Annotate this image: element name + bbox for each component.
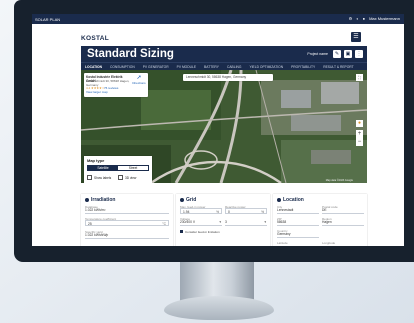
satellite-option[interactable]: Satellite [88, 166, 118, 170]
grid-panel: Grid Max. feed-in power 1.94 % Reactive … [176, 194, 270, 246]
reactive-value: 0 [228, 210, 230, 214]
map-search-input[interactable]: Lenneschmidt 30, 58638 Hagen, Germany [183, 74, 273, 81]
tab-5[interactable]: CABLING [227, 65, 241, 69]
directions-button[interactable]: ➚ Directions [132, 75, 146, 85]
3d-view-checkbox[interactable]: 3D view [118, 175, 136, 180]
irradiation-panel: Irradiation Database 1.022 kWh/m² Temper… [81, 194, 173, 246]
location-icon [277, 198, 281, 202]
logo: KOSTAL [81, 35, 110, 42]
tab-3[interactable]: PV MODULE [177, 65, 196, 69]
menu-icon[interactable]: ☰ [351, 32, 361, 42]
location-title: Location [283, 197, 304, 203]
feed-in-limit-checkbox[interactable] [180, 230, 183, 233]
more-icon[interactable]: ⋮ [355, 50, 363, 58]
topbar-label: SOLAR PLAN [35, 16, 61, 22]
region-field[interactable]: Hagen [322, 220, 364, 226]
latitude-label: Latitude [277, 241, 288, 245]
city-value: Lennestadt [277, 208, 294, 212]
street-view-icon[interactable]: ● [356, 120, 363, 127]
yield-value: 1.022 kWh/kWp [85, 233, 109, 237]
feed-in-value: 1.94 [183, 210, 190, 214]
sun-icon [85, 198, 89, 202]
user-name[interactable]: Max Mustermann [369, 16, 400, 21]
zoom-control: + − [356, 130, 363, 146]
place-card: Kostal Industrie Elektrik GmbH Lenneschm… [84, 73, 148, 97]
zip-field[interactable]: 58638 [277, 220, 319, 226]
location-panel: Location City Lennestadt Postal code DE … [273, 194, 367, 246]
voltage-value: 230/400 V [180, 220, 196, 224]
directions-label: Directions [132, 81, 146, 85]
step-tabs: LOCATION CONSUMPTION PV GENERATOR PV MODULE… [81, 62, 367, 70]
checkbox-box [87, 175, 92, 180]
edit-icon[interactable]: ✎ [333, 50, 341, 58]
tab-0[interactable]: LOCATION [85, 65, 102, 69]
place-rating: 4.4 ★★★★☆ [86, 85, 105, 90]
grid-icon [180, 198, 184, 202]
region-value: Hagen [322, 220, 332, 224]
map-type-label: Map type [87, 158, 105, 163]
checkbox-label: Show labels [94, 175, 112, 180]
map-view[interactable]: Lenneschmidt 30, 58638 Hagen, Germany Ko… [81, 70, 367, 183]
grid-title: Grid [186, 197, 197, 203]
checkbox-box [118, 175, 123, 180]
country-field[interactable]: Germany [277, 232, 319, 238]
map-type-toggle: Satellite Street [87, 165, 149, 171]
reactive-unit: % [261, 210, 264, 214]
reactive-input[interactable]: 0 % [225, 208, 267, 214]
chevron-down-icon: ▾ [219, 220, 221, 224]
zoom-in-button[interactable]: + [356, 130, 363, 138]
voltage-select[interactable]: 230/400 V ▾ [180, 220, 222, 226]
tab-4[interactable]: BATTERY [204, 65, 219, 69]
database-select[interactable]: 1.022 kWh/m² [85, 208, 169, 214]
street-option[interactable]: Street [118, 166, 148, 170]
country-code-field[interactable]: DE [322, 208, 364, 214]
feed-in-unit: % [216, 210, 219, 214]
chevron-down-icon: ▾ [264, 220, 266, 224]
tab-7[interactable]: PROFITABILITY [291, 65, 315, 69]
temperature-input[interactable]: 25 °C [85, 220, 169, 226]
country-code-value: DE [322, 208, 327, 212]
zip-value: 58638 [277, 220, 287, 224]
yield-field[interactable]: 1.022 kWh/kWp [85, 233, 169, 239]
temperature-value: 25 [88, 222, 92, 226]
feed-in-limit-label: Consider feed-in limitation [185, 229, 220, 234]
larger-map-link[interactable]: View larger map [86, 90, 108, 94]
irradiation-title: Irradiation [91, 197, 116, 203]
title-bar: Standard Sizing Project name ✎ ▣ ⋮ [81, 46, 367, 62]
grid-header: Grid [180, 197, 196, 203]
settings-icon[interactable]: ⚙ [349, 16, 353, 21]
temperature-unit: °C [162, 222, 166, 226]
save-icon[interactable]: ▣ [344, 50, 352, 58]
tab-2[interactable]: PV GENERATOR [143, 65, 169, 69]
feed-in-input[interactable]: 1.94 % [180, 208, 222, 214]
fullscreen-icon[interactable]: ⛶ [356, 74, 363, 81]
phase-select[interactable]: 3 ▾ [225, 220, 267, 226]
page-title: Standard Sizing [87, 48, 174, 60]
zoom-out-button[interactable]: − [356, 138, 363, 146]
show-labels-checkbox[interactable]: Show labels [87, 175, 111, 180]
monitor-base [164, 296, 274, 320]
city-field[interactable]: Lennestadt [277, 208, 319, 214]
location-header: Location [277, 197, 304, 203]
tab-8[interactable]: RESULT & REPORT [323, 65, 353, 69]
irradiation-header: Irradiation [85, 197, 115, 203]
tab-6[interactable]: YIELD OPTIMIZATION [249, 65, 283, 69]
project-name-label: Project name [307, 52, 328, 56]
language-icon[interactable]: ◐ [356, 16, 358, 21]
system-topbar: SOLAR PLAN ⚙ ◐ ● Max Mustermann [32, 14, 404, 24]
tab-1[interactable]: CONSUMPTION [110, 65, 135, 69]
app-screen: SOLAR PLAN ⚙ ◐ ● Max Mustermann KOSTAL ☰… [32, 14, 404, 246]
map-type-panel: Map type Satellite Street Show labels 3D… [84, 156, 152, 183]
phase-value: 3 [225, 220, 227, 224]
longitude-label: Longitude [322, 241, 336, 245]
country-value: Germany [277, 232, 291, 236]
database-value: 1.022 kWh/m² [85, 208, 106, 212]
map-attribution: Map data ©2023 Google [325, 179, 353, 182]
user-icon[interactable]: ● [363, 16, 365, 21]
checkbox-label: 3D view [125, 175, 137, 180]
place-reviews-link[interactable]: 76 reviews [104, 86, 118, 90]
